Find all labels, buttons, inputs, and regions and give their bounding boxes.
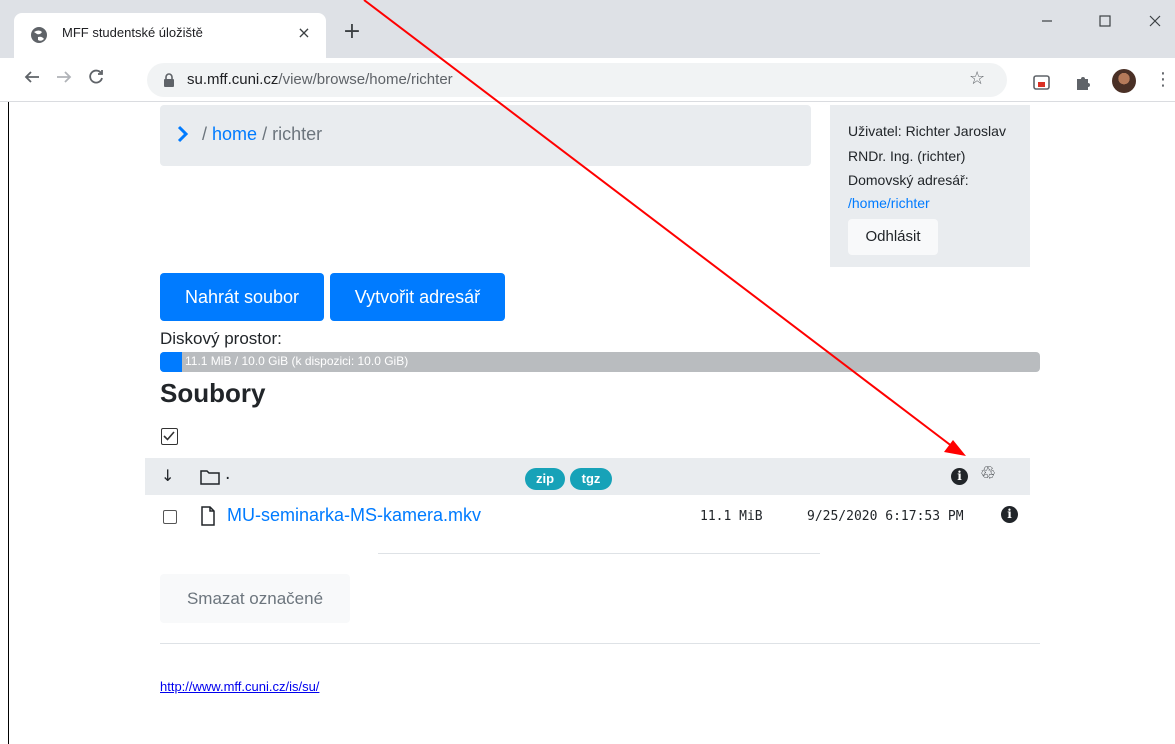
back-arrow-icon	[24, 71, 39, 83]
reload-button[interactable]	[82, 66, 110, 94]
home-dir-label: Domovský adresář:	[848, 172, 969, 188]
breadcrumb: / home / richter	[160, 105, 811, 166]
cast-extension-icon[interactable]	[1030, 73, 1054, 93]
user-panel: Uživatel: Richter Jaroslav RNDr. Ing. (r…	[830, 105, 1030, 267]
breadcrumb-current: richter	[272, 124, 323, 144]
url-path: /view/browse/home/richter	[278, 71, 453, 88]
file-size: 11.1 MiB	[700, 509, 763, 524]
tab-title: MFF studentské úložiště	[62, 25, 203, 40]
directory-name[interactable]: .	[225, 464, 230, 484]
upload-file-button[interactable]: Nahrát soubor	[160, 273, 324, 321]
checkmark-icon	[163, 431, 175, 441]
create-directory-button[interactable]: Vytvořit adresář	[330, 273, 505, 321]
new-tab-button[interactable]: +	[340, 21, 364, 43]
file-icon	[201, 506, 215, 526]
tgz-download-badge[interactable]: tgz	[570, 468, 612, 490]
minimize-button[interactable]	[1027, 8, 1067, 38]
disk-usage-bar: 11.1 MiB / 10.0 GiB (k dispozici: 10.0 G…	[160, 352, 1040, 372]
files-heading: Soubory	[160, 378, 266, 408]
tab-close-button[interactable]: ×	[294, 23, 314, 43]
url-text: su.mff.cuni.cz/view/browse/home/richter	[187, 71, 453, 88]
title-bar: MFF studentské úložiště × +	[0, 0, 1175, 58]
delete-selected-button[interactable]: Smazat označené	[160, 574, 350, 623]
divider	[160, 643, 1040, 644]
info-icon[interactable]: i	[951, 468, 968, 485]
extensions-puzzle-icon[interactable]	[1072, 73, 1096, 93]
back-button[interactable]	[18, 66, 46, 94]
divider	[378, 553, 820, 554]
file-modified-date: 9/25/2020 6:17:53 PM	[807, 509, 964, 524]
file-checkbox[interactable]	[163, 510, 177, 524]
disk-usage-fill	[160, 352, 182, 372]
chevron-right-icon[interactable]	[176, 123, 190, 145]
sort-arrow-icon[interactable]: ↓	[161, 466, 174, 485]
folder-icon	[200, 470, 220, 485]
maximize-button[interactable]	[1085, 8, 1125, 38]
footer-link[interactable]: http://www.mff.cuni.cz/is/su/	[160, 679, 319, 694]
select-all-checkbox[interactable]	[161, 428, 178, 445]
disk-space-label: Diskový prostor:	[160, 329, 282, 348]
logout-button[interactable]: Odhlásit	[848, 219, 938, 255]
browser-tab[interactable]: MFF studentské úložiště ×	[14, 13, 326, 58]
bookmark-star-icon[interactable]: ☆	[969, 68, 985, 89]
lock-icon	[164, 73, 174, 87]
breadcrumb-separator: /	[262, 124, 268, 144]
address-bar[interactable]: su.mff.cuni.cz/view/browse/home/richter …	[147, 63, 1007, 97]
close-icon	[1149, 15, 1161, 27]
disk-usage-text: 11.1 MiB / 10.0 GiB (k dispozici: 10.0 G…	[185, 354, 409, 368]
browser-toolbar: su.mff.cuni.cz/view/browse/home/richter …	[0, 58, 1175, 102]
zip-download-badge[interactable]: zip	[525, 468, 565, 490]
minimize-icon	[1042, 20, 1052, 22]
browser-menu-icon[interactable]: ⋮	[1154, 68, 1172, 92]
browser-window: MFF studentské úložiště × + su.mff.cuni.…	[0, 0, 1175, 744]
forward-button[interactable]	[50, 66, 78, 94]
file-info-icon[interactable]: i	[1001, 506, 1018, 523]
recycle-icon[interactable]: ♲	[980, 463, 996, 484]
directory-row: ↓ . zip tgz i ♲	[145, 458, 1030, 495]
user-title: RNDr. Ing. (richter)	[848, 148, 966, 164]
url-host: su.mff.cuni.cz	[187, 71, 279, 88]
maximize-icon	[1099, 15, 1111, 27]
breadcrumb-home-link[interactable]: home	[212, 124, 257, 144]
window-edge	[8, 102, 9, 744]
globe-icon	[31, 27, 47, 43]
close-window-button[interactable]	[1135, 8, 1175, 38]
user-name: Uživatel: Richter Jaroslav	[848, 123, 1006, 139]
reload-icon	[89, 69, 103, 84]
breadcrumb-separator: /	[202, 124, 208, 144]
file-row: MU-seminarka-MS-kamera.mkv 11.1 MiB 9/25…	[145, 499, 1030, 535]
forward-arrow-icon	[57, 71, 72, 83]
file-name-link[interactable]: MU-seminarka-MS-kamera.mkv	[227, 505, 481, 526]
home-dir-link[interactable]: /home/richter	[848, 195, 930, 211]
profile-avatar[interactable]	[1112, 69, 1136, 93]
breadcrumb-path: / home / richter	[202, 124, 322, 145]
